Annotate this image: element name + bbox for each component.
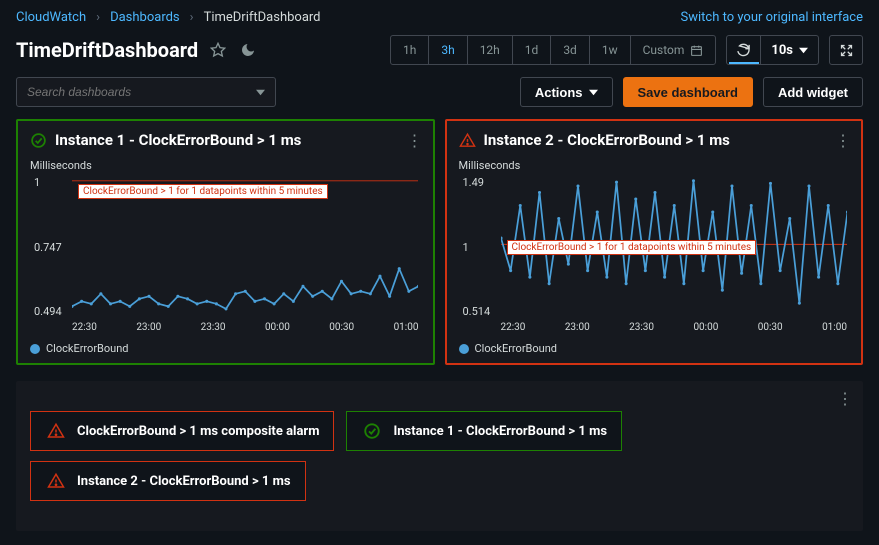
alarm-triangle-icon [459, 132, 476, 149]
y-axis-label: Milliseconds [459, 159, 850, 172]
save-dashboard-button[interactable]: Save dashboard [623, 77, 753, 107]
x-ticks: 22:3023:0023:3000:0000:3001:00 [72, 322, 419, 336]
calendar-icon [690, 44, 703, 57]
alarm-composite[interactable]: ClockErrorBound > 1 ms composite alarm [30, 411, 334, 451]
legend-swatch [30, 344, 40, 354]
alarm-label: ClockErrorBound > 1 ms composite alarm [77, 424, 319, 439]
legend-swatch [459, 344, 469, 354]
actions-button[interactable]: Actions [520, 77, 613, 107]
page-title: TimeDriftDashboard [16, 38, 198, 62]
legend-label: ClockErrorBound [475, 342, 558, 355]
refresh-icon [736, 43, 751, 58]
time-12h[interactable]: 12h [468, 36, 513, 64]
caret-down-icon [256, 88, 265, 97]
time-custom[interactable]: Custom [631, 36, 716, 64]
x-ticks: 22:3023:0023:3000:0000:3001:00 [501, 322, 848, 336]
y-axis-label: Milliseconds [30, 159, 421, 172]
alarm-label: Instance 1 - ClockErrorBound > 1 ms [393, 424, 607, 439]
refresh-interval-select[interactable]: 10s [761, 36, 818, 64]
time-1d[interactable]: 1d [513, 36, 552, 64]
switch-interface-link[interactable]: Switch to your original interface [681, 10, 863, 25]
ok-circle-icon [30, 132, 47, 149]
legend: ClockErrorBound [459, 342, 850, 355]
y-ticks: 1 0.747 0.494 [34, 176, 68, 318]
search-dashboards[interactable] [16, 77, 276, 107]
add-widget-button[interactable]: Add widget [763, 77, 863, 107]
widget-menu-button[interactable]: ⋮ [837, 389, 853, 408]
time-1h[interactable]: 1h [391, 36, 429, 64]
chart-plot[interactable]: 1 0.747 0.494 ClockErrorBound > 1 for 1 … [34, 176, 421, 336]
widget-menu-button[interactable]: ⋮ [407, 131, 423, 150]
time-1w[interactable]: 1w [590, 36, 631, 64]
fullscreen-icon [839, 43, 854, 58]
caret-down-icon [799, 46, 808, 55]
alarm-instance2[interactable]: Instance 2 - ClockErrorBound > 1 ms [30, 461, 306, 501]
star-icon[interactable] [208, 40, 228, 60]
alarm-label: Instance 2 - ClockErrorBound > 1 ms [77, 474, 291, 489]
alarm-triangle-icon [47, 472, 65, 490]
y-ticks: 1.49 1 0.514 [463, 176, 497, 318]
chevron-right-icon: › [190, 10, 194, 25]
refresh-button[interactable] [727, 36, 761, 64]
actions-label: Actions [535, 85, 583, 100]
refresh-interval-label: 10s [771, 43, 793, 58]
chart-plot[interactable]: 1.49 1 0.514 ClockErrorBound > 1 for 1 d… [463, 176, 850, 336]
widget-instance2: Instance 2 - ClockErrorBound > 1 ms ⋮ Mi… [445, 119, 864, 365]
ok-circle-icon [363, 422, 381, 440]
refresh-group: 10s [726, 35, 819, 65]
alarm-list-widget: ⋮ ClockErrorBound > 1 ms composite alarm… [16, 381, 863, 531]
threshold-annotation: ClockErrorBound > 1 for 1 datapoints wit… [507, 240, 757, 255]
widget-title: Instance 1 - ClockErrorBound > 1 ms [55, 131, 301, 149]
time-custom-label: Custom [643, 43, 685, 57]
crumb-current: TimeDriftDashboard [204, 10, 321, 25]
crumb-dashboards[interactable]: Dashboards [110, 10, 180, 25]
widget-menu-button[interactable]: ⋮ [835, 131, 851, 150]
legend-label: ClockErrorBound [46, 342, 129, 355]
time-range-picker: 1h 3h 12h 1d 3d 1w Custom [390, 35, 716, 65]
widget-instance1: Instance 1 - ClockErrorBound > 1 ms ⋮ Mi… [16, 119, 435, 365]
crumb-cloudwatch[interactable]: CloudWatch [16, 10, 86, 25]
dark-mode-icon[interactable] [238, 40, 258, 60]
search-input[interactable] [27, 85, 227, 99]
legend: ClockErrorBound [30, 342, 421, 355]
widget-title: Instance 2 - ClockErrorBound > 1 ms [484, 131, 730, 149]
time-3h[interactable]: 3h [429, 36, 467, 64]
alarm-instance1[interactable]: Instance 1 - ClockErrorBound > 1 ms [346, 411, 622, 451]
chevron-right-icon: › [96, 10, 100, 25]
caret-down-icon [589, 88, 598, 97]
fullscreen-button[interactable] [829, 35, 863, 65]
time-3d[interactable]: 3d [551, 36, 590, 64]
threshold-annotation: ClockErrorBound > 1 for 1 datapoints wit… [78, 184, 328, 199]
alarm-triangle-icon [47, 422, 65, 440]
